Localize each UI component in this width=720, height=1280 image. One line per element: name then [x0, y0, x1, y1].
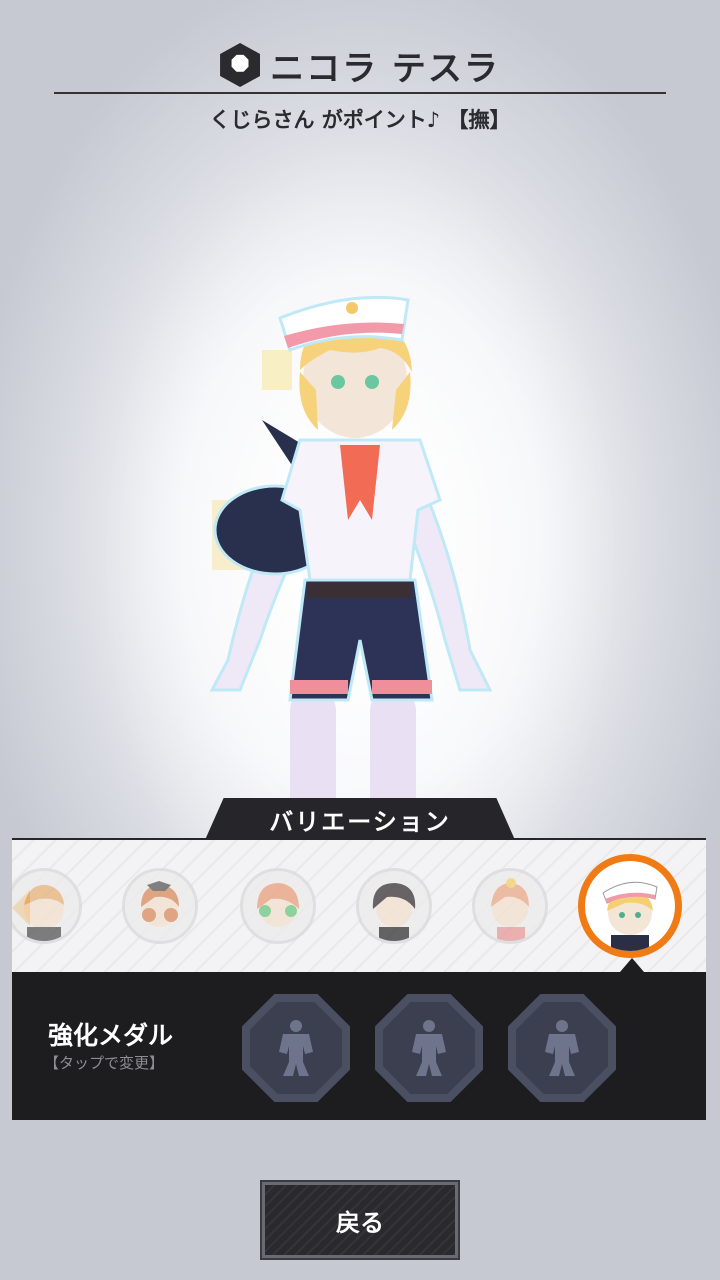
- variation-carousel[interactable]: [12, 838, 706, 975]
- enhancement-medal-bar: 強化メダル 【タップで変更】: [12, 972, 706, 1120]
- variation-thumbnail-6-selected[interactable]: [578, 854, 682, 958]
- variation-tab-label: バリエーション: [205, 798, 515, 840]
- title-row: ⯃ ニコラ テスラ: [0, 40, 720, 90]
- title-divider: [54, 92, 666, 94]
- variation-thumbnail-4[interactable]: [356, 868, 432, 944]
- variation-thumbnail-1[interactable]: [12, 868, 82, 944]
- medal-slot-2[interactable]: [375, 994, 483, 1102]
- back-button[interactable]: 戻る: [260, 1180, 460, 1260]
- variation-thumbnail-3[interactable]: [240, 868, 316, 944]
- variation-thumbnail-2[interactable]: [122, 868, 198, 944]
- medal-slot-3[interactable]: [508, 994, 616, 1102]
- medal-hint: 【タップで変更】: [44, 1054, 165, 1072]
- hero-silhouette-icon: [412, 1020, 446, 1076]
- hero-silhouette-icon: [279, 1020, 313, 1076]
- hero-silhouette-icon: [545, 1020, 579, 1076]
- medal-title: 強化メダル: [48, 1021, 174, 1050]
- variation-thumbnail-5[interactable]: [472, 868, 548, 944]
- costume-name: くじらさん がポイント♪ 【撫】: [209, 108, 511, 132]
- character-name: ニコラ テスラ: [270, 48, 500, 89]
- medal-slot-1[interactable]: [242, 994, 350, 1102]
- boot-icon: ⯃: [220, 43, 261, 87]
- selection-pointer: [620, 958, 644, 972]
